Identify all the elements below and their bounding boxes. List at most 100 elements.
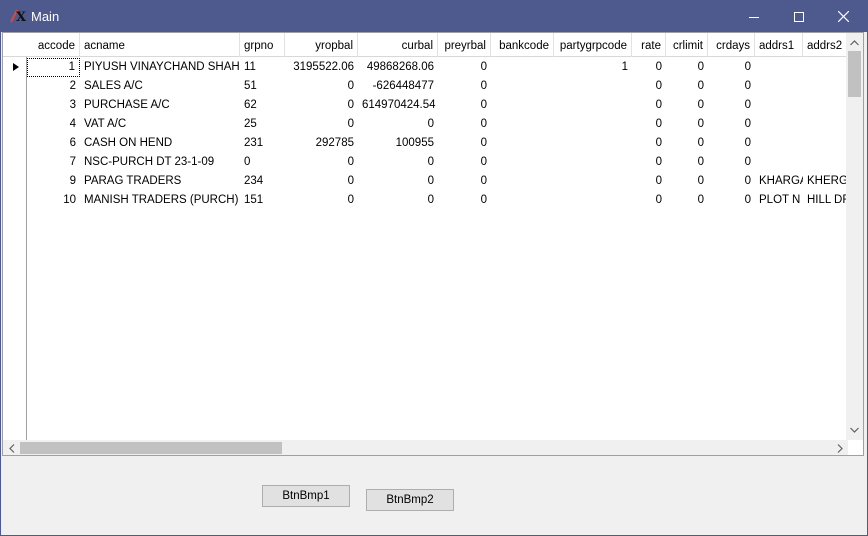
table-cell-grpno[interactable]: 25 <box>240 115 285 134</box>
column-header[interactable]: curbal <box>358 33 438 57</box>
table-cell-partygrpcode[interactable] <box>554 191 632 210</box>
table-cell-addrs1[interactable]: PLOT N <box>755 191 803 210</box>
horizontal-scrollbar[interactable] <box>3 440 848 455</box>
table-cell-addrs1[interactable] <box>755 58 803 77</box>
table-cell-addrs2[interactable] <box>803 96 848 115</box>
table-cell-crdays[interactable]: 0 <box>708 134 755 153</box>
table-cell-preyrbal[interactable]: 0 <box>438 153 491 172</box>
table-cell-rate[interactable]: 0 <box>632 115 666 134</box>
table-cell-grpno[interactable]: 62 <box>240 96 285 115</box>
table-cell-crlimit[interactable]: 0 <box>666 191 708 210</box>
maximize-button[interactable] <box>776 1 821 32</box>
column-header[interactable]: crlimit <box>666 33 708 57</box>
table-cell-bankcode[interactable] <box>491 172 554 191</box>
table-cell-curbal[interactable]: -626448477 <box>358 77 438 96</box>
table-cell-grpno[interactable]: 231 <box>240 134 285 153</box>
table-cell-partygrpcode[interactable] <box>554 172 632 191</box>
table-cell-addrs2[interactable]: HILL DR <box>803 191 848 210</box>
table-row[interactable]: 3 PURCHASE A/C 62 0 614970424.54 0 0 0 0 <box>3 96 848 115</box>
minimize-button[interactable] <box>731 1 776 32</box>
column-header[interactable]: partygrpcode <box>554 33 632 57</box>
table-cell-yropbal[interactable]: 0 <box>285 96 358 115</box>
column-header[interactable]: rate <box>632 33 666 57</box>
table-cell-addrs1[interactable] <box>755 77 803 96</box>
table-cell-addrs1[interactable] <box>755 153 803 172</box>
table-cell-crlimit[interactable]: 0 <box>666 134 708 153</box>
table-cell-rate[interactable]: 0 <box>632 58 666 77</box>
table-cell-crdays[interactable]: 0 <box>708 153 755 172</box>
table-cell-bankcode[interactable] <box>491 115 554 134</box>
scroll-right-button[interactable] <box>831 440 848 455</box>
column-header[interactable]: yropbal <box>285 33 358 57</box>
table-cell-partygrpcode[interactable] <box>554 115 632 134</box>
table-cell-addrs2[interactable] <box>803 115 848 134</box>
scroll-left-button[interactable] <box>3 440 20 455</box>
table-cell-accode[interactable]: 7 <box>27 153 80 172</box>
table-cell-grpno[interactable]: 151 <box>240 191 285 210</box>
table-row[interactable]: 1 PIYUSH VINAYCHAND SHAH 11 3195522.06 49868… <box>3 58 848 77</box>
table-cell-yropbal[interactable]: 0 <box>285 115 358 134</box>
btnbmp2-button[interactable]: BtnBmp2 <box>366 489 454 511</box>
table-cell-addrs2[interactable]: KHERGA <box>803 172 848 191</box>
table-cell-rate[interactable]: 0 <box>632 172 666 191</box>
table-cell-bankcode[interactable] <box>491 96 554 115</box>
data-grid[interactable]: accode acname grpno yropbal curbal preyr… <box>2 32 864 456</box>
table-cell-preyrbal[interactable]: 0 <box>438 191 491 210</box>
table-cell-preyrbal[interactable]: 0 <box>438 134 491 153</box>
table-row[interactable]: 10 MANISH TRADERS (PURCH) 151 0 0 0 0 0 0 PLOT NH… <box>3 191 848 210</box>
table-cell-acname[interactable]: MANISH TRADERS (PURCH) <box>80 191 240 210</box>
table-cell-yropbal[interactable]: 292785 <box>285 134 358 153</box>
table-cell-bankcode[interactable] <box>491 134 554 153</box>
table-cell-bankcode[interactable] <box>491 58 554 77</box>
table-cell-partygrpcode[interactable] <box>554 77 632 96</box>
table-cell-crdays[interactable]: 0 <box>708 96 755 115</box>
table-cell-yropbal[interactable]: 0 <box>285 172 358 191</box>
table-cell-curbal[interactable]: 0 <box>358 115 438 134</box>
table-cell-accode[interactable]: 6 <box>27 134 80 153</box>
table-cell-preyrbal[interactable]: 0 <box>438 115 491 134</box>
table-cell-crdays[interactable]: 0 <box>708 58 755 77</box>
table-cell-preyrbal[interactable]: 0 <box>438 77 491 96</box>
table-cell-addrs2[interactable] <box>803 153 848 172</box>
table-cell-yropbal[interactable]: 3195522.06 <box>285 58 358 77</box>
table-cell-crlimit[interactable]: 0 <box>666 153 708 172</box>
table-cell-preyrbal[interactable]: 0 <box>438 96 491 115</box>
table-cell-curbal[interactable]: 614970424.54 <box>358 96 438 115</box>
table-cell-grpno[interactable]: 234 <box>240 172 285 191</box>
vertical-scroll-thumb[interactable] <box>848 51 861 97</box>
scroll-up-button[interactable] <box>846 35 863 51</box>
column-header[interactable]: accode <box>27 33 80 57</box>
table-cell-crdays[interactable]: 0 <box>708 115 755 134</box>
table-cell-partygrpcode[interactable]: 1 <box>554 58 632 77</box>
table-cell-acname[interactable]: VAT A/C <box>80 115 240 134</box>
table-cell-curbal[interactable]: 0 <box>358 172 438 191</box>
table-cell-preyrbal[interactable]: 0 <box>438 172 491 191</box>
vertical-scrollbar[interactable] <box>846 33 863 440</box>
table-cell-curbal[interactable]: 49868268.06 <box>358 58 438 77</box>
table-cell-crdays[interactable]: 0 <box>708 191 755 210</box>
table-cell-partygrpcode[interactable] <box>554 134 632 153</box>
table-cell-crlimit[interactable]: 0 <box>666 172 708 191</box>
table-cell-yropbal[interactable]: 0 <box>285 77 358 96</box>
table-cell-addrs2[interactable] <box>803 134 848 153</box>
table-cell-rate[interactable]: 0 <box>632 77 666 96</box>
column-header[interactable]: preyrbal <box>438 33 491 57</box>
table-cell-accode[interactable]: 10 <box>27 191 80 210</box>
table-cell-accode[interactable]: 4 <box>27 115 80 134</box>
table-cell-acname[interactable]: PARAG TRADERS <box>80 172 240 191</box>
horizontal-scroll-thumb[interactable] <box>20 442 282 454</box>
table-cell-curbal[interactable]: 0 <box>358 153 438 172</box>
column-header[interactable]: crdays <box>708 33 755 57</box>
table-cell-rate[interactable]: 0 <box>632 96 666 115</box>
table-cell-crlimit[interactable]: 0 <box>666 96 708 115</box>
table-cell-partygrpcode[interactable] <box>554 96 632 115</box>
table-cell-crlimit[interactable]: 0 <box>666 115 708 134</box>
btnbmp1-button[interactable]: BtnBmp1 <box>262 485 350 507</box>
table-cell-accode[interactable]: 1 <box>27 58 80 77</box>
table-cell-partygrpcode[interactable] <box>554 153 632 172</box>
table-cell-rate[interactable]: 0 <box>632 191 666 210</box>
table-cell-addrs1[interactable] <box>755 115 803 134</box>
table-cell-grpno[interactable]: 11 <box>240 58 285 77</box>
close-button[interactable] <box>821 1 866 32</box>
column-header[interactable]: addrs1 <box>755 33 803 57</box>
